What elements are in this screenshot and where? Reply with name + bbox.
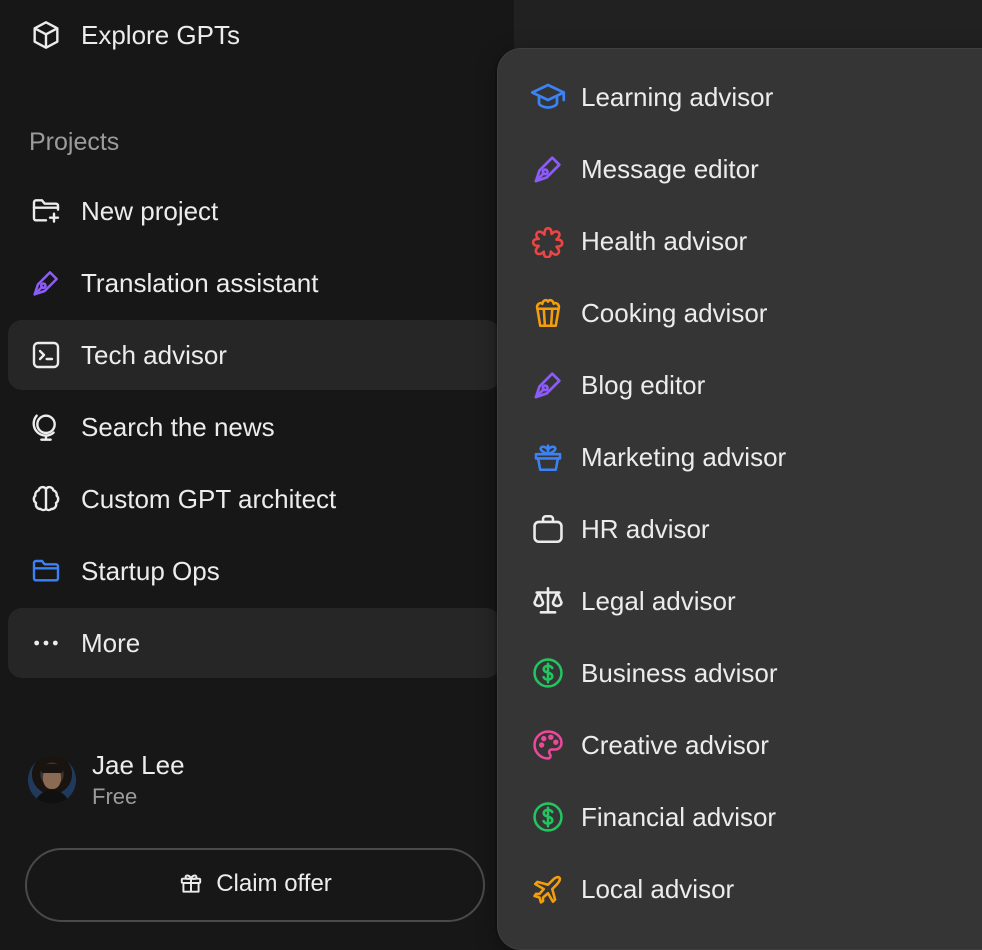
sidebar: Explore GPTs Projects New project Transl… xyxy=(0,0,514,922)
cube-icon xyxy=(30,19,62,51)
menu-item-marketing-advisor[interactable]: Marketing advisor xyxy=(498,427,982,487)
dollar-circle-icon xyxy=(530,655,566,691)
brain-icon xyxy=(30,483,62,515)
menu-item-legal-advisor[interactable]: Legal advisor xyxy=(498,571,982,631)
menu-item-cooking-advisor[interactable]: Cooking advisor xyxy=(498,283,982,343)
user-plan: Free xyxy=(92,784,138,809)
menu-item-local-advisor[interactable]: Local advisor xyxy=(498,859,982,919)
menu-item-label: Legal advisor xyxy=(581,585,736,616)
projects-heading: Projects xyxy=(29,128,120,156)
menu-item-creative-advisor[interactable]: Creative advisor xyxy=(498,715,982,775)
pen-nib-icon xyxy=(530,367,566,403)
menu-item-blog-editor[interactable]: Blog editor xyxy=(498,355,982,415)
menu-item-label: HR advisor xyxy=(581,513,710,544)
menu-item-health-advisor[interactable]: Health advisor xyxy=(498,211,982,271)
menu-item-label: Health advisor xyxy=(581,225,748,256)
menu-item-business-advisor[interactable]: Business advisor xyxy=(498,643,982,703)
menu-item-label: Business advisor xyxy=(581,657,778,688)
project-label: Translation assistant xyxy=(81,267,319,298)
more-label: More xyxy=(81,627,141,658)
graduation-cap-icon xyxy=(530,79,566,115)
user-profile[interactable]: Jae Lee Free xyxy=(28,748,185,812)
medical-flower-icon xyxy=(530,223,566,259)
pen-nib-icon xyxy=(530,151,566,187)
plant-pot-icon xyxy=(530,439,566,475)
folder-plus-icon xyxy=(30,195,62,227)
menu-item-label: Blog editor xyxy=(581,369,706,400)
gpt-projects-menu: Learning advisor Message editor Health a… xyxy=(497,48,982,950)
gift-icon xyxy=(178,870,204,896)
project-tech-advisor[interactable]: Tech advisor xyxy=(8,320,500,390)
airplane-icon xyxy=(530,871,566,907)
more-button[interactable]: More xyxy=(8,608,500,678)
new-project-button[interactable]: New project xyxy=(8,176,500,246)
project-label: Tech advisor xyxy=(81,339,227,370)
terminal-icon xyxy=(30,339,62,371)
explore-gpts-link[interactable]: Explore GPTs xyxy=(8,0,500,70)
palette-icon xyxy=(530,727,566,763)
menu-item-label: Creative advisor xyxy=(581,729,769,760)
menu-item-label: Cooking advisor xyxy=(581,297,768,328)
menu-item-label: Local advisor xyxy=(581,873,735,904)
menu-item-message-editor[interactable]: Message editor xyxy=(498,139,982,199)
project-label: Custom GPT architect xyxy=(81,483,337,514)
popcorn-icon xyxy=(530,295,566,331)
menu-item-label: Financial advisor xyxy=(581,801,777,832)
dollar-circle-icon xyxy=(530,799,566,835)
explore-gpts-label: Explore GPTs xyxy=(81,19,240,50)
menu-item-financial-advisor[interactable]: Financial advisor xyxy=(498,787,982,847)
project-label: Startup Ops xyxy=(81,555,220,586)
ellipsis-icon xyxy=(30,627,62,659)
claim-offer-button[interactable]: Claim offer xyxy=(25,848,485,922)
globe-stand-icon xyxy=(30,411,62,443)
claim-offer-label: Claim offer xyxy=(216,870,332,897)
project-search-the-news[interactable]: Search the news xyxy=(8,392,500,462)
scales-icon xyxy=(530,583,566,619)
new-project-label: New project xyxy=(81,195,219,226)
menu-item-label: Marketing advisor xyxy=(581,441,787,472)
user-name: Jae Lee xyxy=(92,750,185,780)
menu-item-label: Learning advisor xyxy=(581,81,774,112)
avatar xyxy=(28,756,76,804)
briefcase-icon xyxy=(530,511,566,547)
menu-item-hr-advisor[interactable]: HR advisor xyxy=(498,499,982,559)
menu-item-label: Message editor xyxy=(581,153,759,184)
folder-icon xyxy=(30,555,62,587)
project-translation-assistant[interactable]: Translation assistant xyxy=(8,248,500,318)
pen-nib-icon xyxy=(30,267,62,299)
project-custom-gpt-architect[interactable]: Custom GPT architect xyxy=(8,464,500,534)
menu-item-learning-advisor[interactable]: Learning advisor xyxy=(498,67,982,127)
project-startup-ops[interactable]: Startup Ops xyxy=(8,536,500,606)
project-label: Search the news xyxy=(81,411,275,442)
